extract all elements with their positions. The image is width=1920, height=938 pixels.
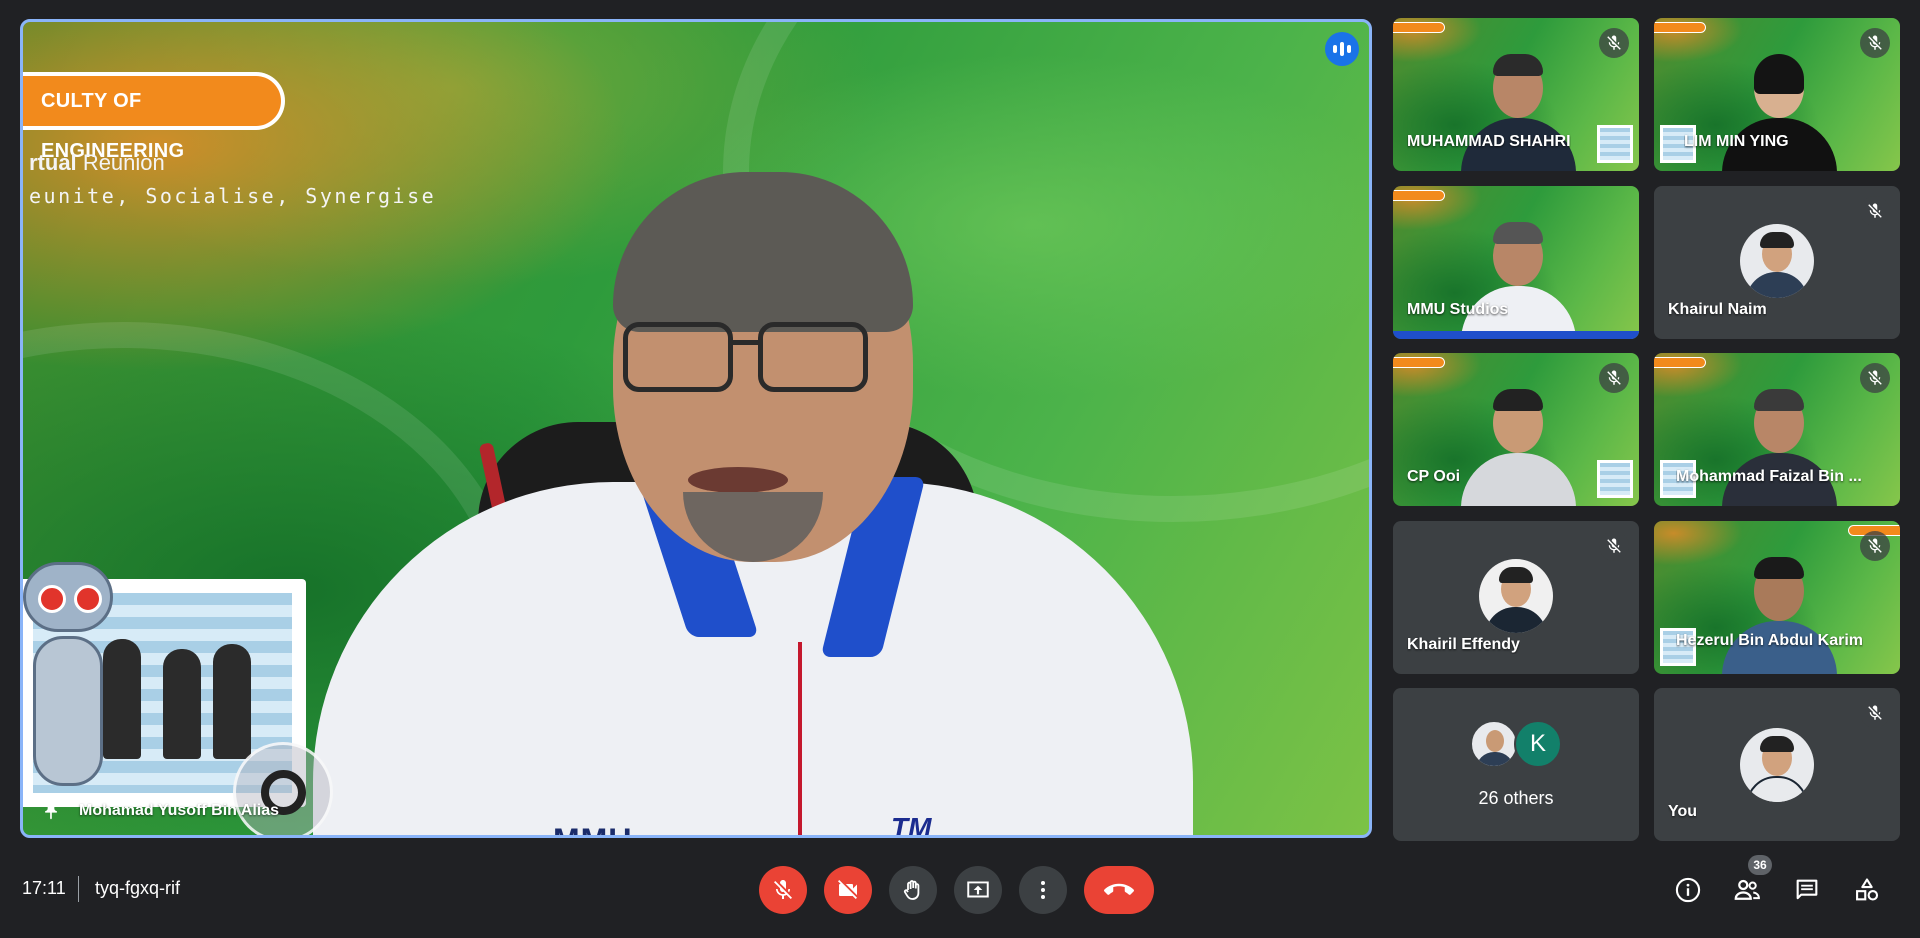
mini-banner [1654,22,1706,33]
meeting-details-button[interactable] [1672,874,1704,906]
participant-tile[interactable]: Khairul Naim [1654,186,1900,339]
ticker-bar [1393,331,1639,339]
speaker-mouth [688,467,788,493]
meeting-clock: 17:11 [22,878,66,898]
activities-button[interactable] [1851,874,1883,906]
participant-tile[interactable]: LIM MIN YING [1654,18,1900,171]
more-options-button[interactable] [1019,866,1067,914]
show-everyone-button[interactable] [1731,874,1763,906]
mini-banner [1393,357,1445,368]
participant-video [1461,222,1576,339]
present-screen-icon [967,881,989,898]
shirt-placket [798,642,802,835]
participant-name: Hezerul Bin Abdul Karim [1676,632,1863,649]
participant-tile[interactable]: CP Ooi [1393,353,1639,506]
speaker-glasses [731,340,761,345]
mic-off-icon [1860,196,1890,226]
participant-name: Khairil Effendy [1407,636,1520,653]
leave-call-button[interactable] [1084,866,1154,914]
pin-icon[interactable] [41,800,61,822]
raise-hand-icon [903,880,920,900]
camera-toggle-button[interactable] [824,866,872,914]
others-avatar-stack: K [1470,720,1562,768]
participant-video [1722,54,1837,171]
participant-tile[interactable]: MUHAMMAD SHAHRI [1393,18,1639,171]
speaker-glasses [623,322,733,392]
others-count: 26 others [1478,788,1554,808]
avatar [1740,728,1814,802]
participant-name: Mohammad Faizal Bin ... [1676,468,1862,485]
mic-off-icon [1860,698,1890,728]
participant-name: LIM MIN YING [1684,133,1789,150]
divider [78,876,79,902]
raise-hand-button[interactable] [889,866,937,914]
mascot-robot [23,562,123,822]
mini-banner [1393,22,1445,33]
mic-off-icon [1599,531,1629,561]
people-icon [1734,879,1760,900]
speaking-indicator-icon [1325,32,1359,66]
mini-stamp [1597,460,1633,498]
avatar [1740,224,1814,298]
postmark-seal [233,742,333,835]
mic-toggle-button[interactable] [759,866,807,914]
faculty-banner: CULTY OF ENGINEERING [23,72,285,162]
participant-name: MUHAMMAD SHAHRI [1407,133,1571,150]
mini-banner [1654,357,1706,368]
present-button[interactable] [954,866,1002,914]
mmu-logo: MMU [553,822,632,835]
call-end-icon [1104,883,1134,895]
participant-name: MMU Studios [1407,301,1509,318]
participant-name: You [1668,803,1698,820]
activities-icon [1856,878,1879,901]
videocam-off-icon [838,880,857,899]
chat-button[interactable] [1791,874,1823,906]
participant-tile[interactable]: MMU Studios [1393,186,1639,339]
main-speaker-tile[interactable]: CULTY OF ENGINEERING rtual Reunion eunit… [20,19,1372,838]
participant-tile[interactable]: Khairil Effendy [1393,521,1639,674]
tm-logo: TM [891,812,932,838]
participant-name: Khairul Naim [1668,301,1767,318]
participant-tile[interactable]: Hezerul Bin Abdul Karim [1654,521,1900,674]
participant-video [1722,557,1837,674]
mini-stamp [1597,125,1633,163]
info-icon [1675,877,1701,903]
mic-off-icon [1599,28,1629,58]
avatar-letter: K [1514,720,1562,768]
mic-off-icon [1860,363,1890,393]
participant-count-badge: 36 [1748,855,1772,875]
main-speaker-name: Mohamad Yusoff Bin Alias [79,802,280,819]
avatar [1479,559,1553,633]
avatar [1470,720,1518,768]
participant-video [1722,389,1837,506]
reunion-title: rtual Reunion [29,150,165,175]
participant-name: CP Ooi [1407,468,1461,485]
mic-off-icon [1860,28,1890,58]
mini-banner [1393,190,1445,201]
participant-video [1461,54,1576,171]
self-tile[interactable]: You [1654,688,1900,841]
others-tile[interactable]: K 26 others [1393,688,1639,841]
mic-off-icon [774,880,792,899]
participant-video [1461,389,1576,506]
chat-icon [1796,879,1818,900]
speaker-glasses [758,322,868,392]
meeting-code: tyq-fgxq-rif [95,878,181,898]
mic-off-icon [1860,531,1890,561]
more-vert-icon [1041,881,1045,899]
reunion-tagline: eunite, Socialise, Synergise [29,184,437,208]
mic-off-icon [1599,363,1629,393]
participant-tile[interactable]: Mohammad Faizal Bin ... [1654,353,1900,506]
